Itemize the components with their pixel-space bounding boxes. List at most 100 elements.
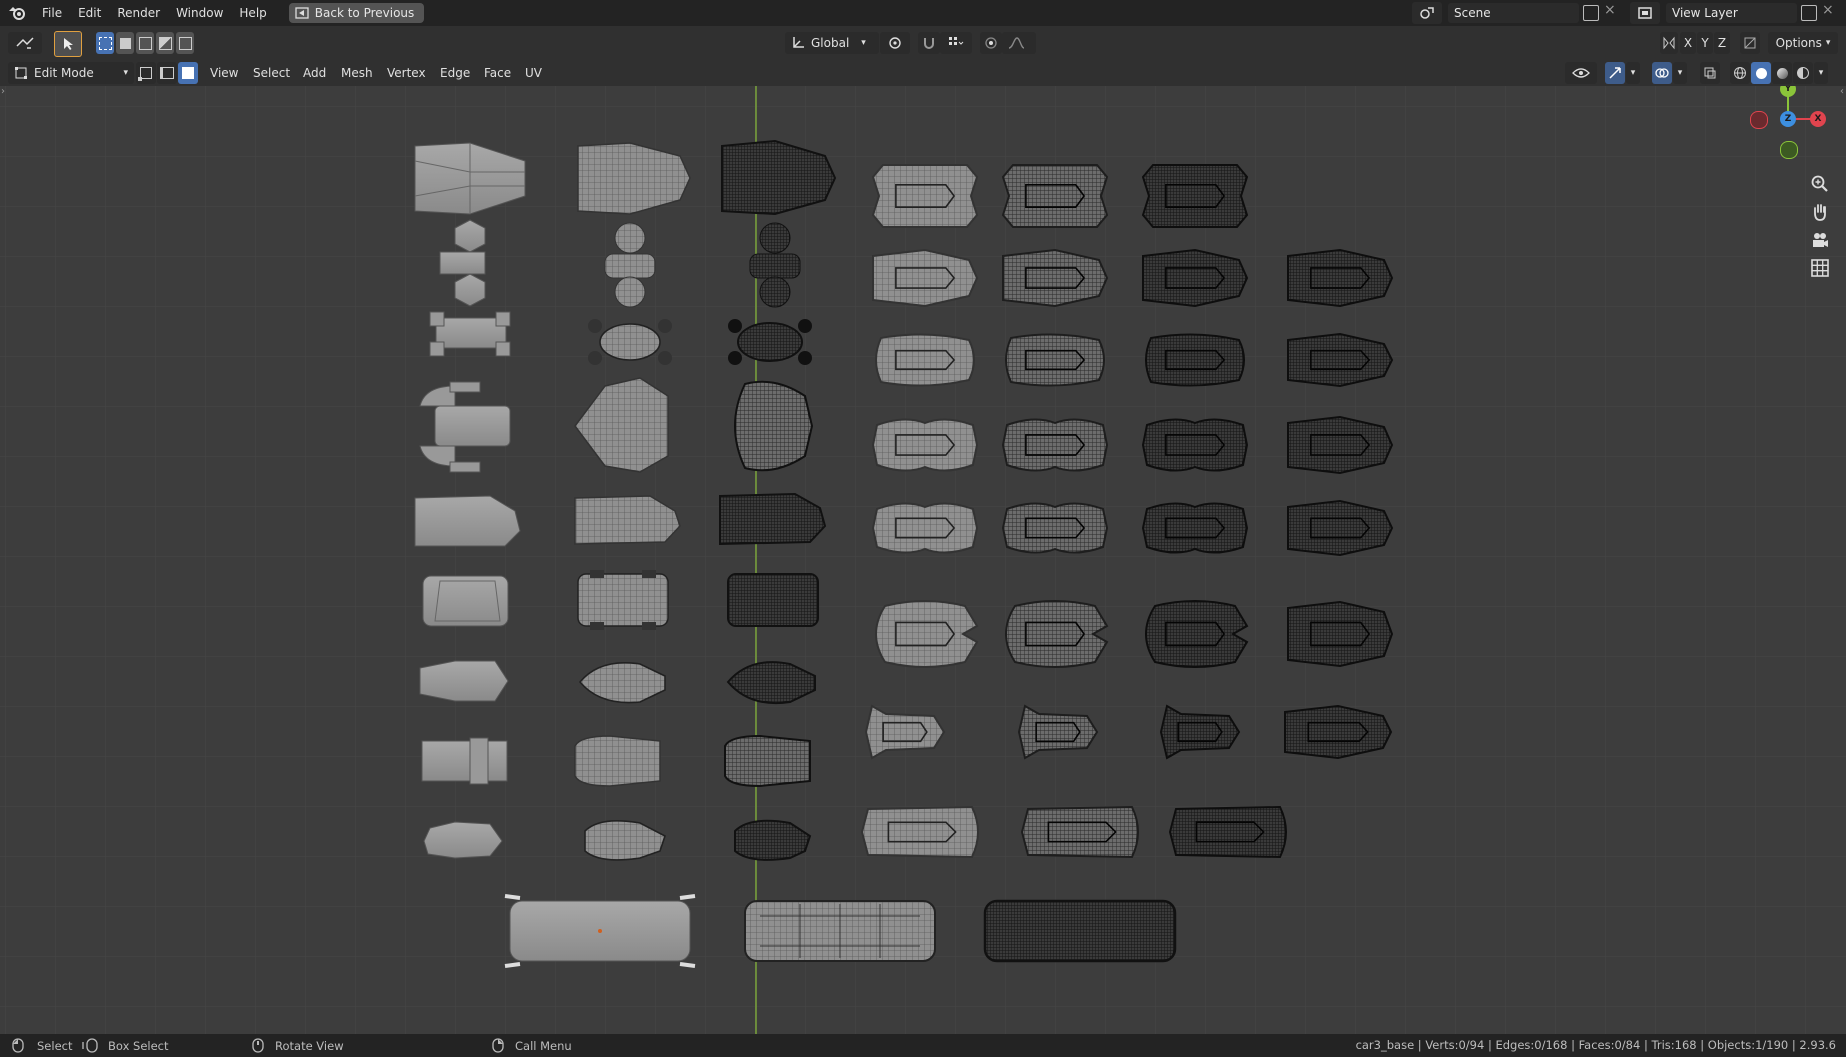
shading-wireframe-icon[interactable]: [1730, 62, 1750, 84]
menu-mesh[interactable]: Mesh: [335, 62, 379, 84]
select-mode-intersect-icon[interactable]: [176, 32, 194, 54]
transform-orientation-dropdown[interactable]: Global ▾: [785, 32, 879, 54]
car-mesh[interactable]: [574, 735, 661, 787]
face-select-mode-icon[interactable]: [178, 62, 198, 84]
show-overlays-icon[interactable]: [1652, 62, 1672, 84]
vertex-select-mode-icon[interactable]: [136, 62, 156, 84]
menu-view[interactable]: View: [204, 62, 244, 84]
car-mesh[interactable]: [727, 573, 819, 627]
mirror-x-toggle[interactable]: X: [1680, 32, 1696, 54]
car-mesh[interactable]: [419, 660, 509, 702]
car-mesh[interactable]: [1142, 248, 1249, 308]
proportional-editing-icon[interactable]: [980, 32, 1002, 54]
navigation-gizmo[interactable]: Y Z X: [1746, 86, 1826, 166]
mirror-z-toggle[interactable]: Z: [1714, 32, 1730, 54]
car-mesh[interactable]: [872, 248, 979, 308]
car-mesh[interactable]: [1145, 600, 1249, 668]
pan-hand-icon[interactable]: [1806, 198, 1834, 226]
options-dropdown[interactable]: Options ▾: [1768, 32, 1838, 54]
shading-material-preview-icon[interactable]: [1772, 62, 1792, 84]
car-mesh[interactable]: [724, 734, 811, 788]
car-mesh[interactable]: [1002, 248, 1109, 308]
car-mesh[interactable]: [1020, 805, 1139, 859]
shading-options-chevron-icon[interactable]: ▾: [1814, 62, 1828, 84]
mirror-icon[interactable]: [1660, 32, 1678, 54]
car-mesh[interactable]: [1284, 704, 1393, 760]
gizmo-options-chevron-icon[interactable]: ▾: [1626, 62, 1640, 84]
car-mesh[interactable]: [588, 319, 672, 365]
select-mode-new-icon[interactable]: [96, 32, 114, 54]
car-mesh[interactable]: [734, 380, 814, 472]
scene-name-field[interactable]: Scene: [1448, 3, 1579, 23]
view-layer-selector-icon[interactable]: [1630, 2, 1660, 24]
car-mesh[interactable]: [871, 418, 979, 472]
menu-edit[interactable]: Edit: [70, 0, 109, 26]
new-scene-icon[interactable]: [1583, 5, 1599, 21]
gizmo-x-axis[interactable]: X: [1810, 111, 1826, 127]
car-mesh[interactable]: [504, 894, 696, 968]
snap-toggle-icon[interactable]: [918, 32, 940, 54]
car-mesh[interactable]: [1005, 600, 1109, 668]
3d-viewport[interactable]: Y Z X › ‹: [0, 86, 1846, 1034]
xray-toggle-icon[interactable]: [1700, 62, 1720, 84]
car-mesh[interactable]: [1001, 164, 1109, 228]
car-mesh[interactable]: [422, 575, 509, 627]
car-mesh[interactable]: [1287, 499, 1394, 557]
proportional-falloff-icon[interactable]: [1002, 32, 1036, 54]
shading-rendered-icon[interactable]: [1793, 62, 1813, 84]
menu-window[interactable]: Window: [168, 0, 231, 26]
menu-edge[interactable]: Edge: [434, 62, 476, 84]
car-mesh[interactable]: [1287, 600, 1394, 668]
gizmo-neg-y-axis[interactable]: [1780, 141, 1798, 159]
car-mesh[interactable]: [875, 600, 979, 668]
mode-dropdown[interactable]: Edit Mode ▾: [8, 62, 134, 84]
car-mesh[interactable]: [983, 899, 1177, 963]
menu-select[interactable]: Select: [247, 62, 296, 84]
car-mesh[interactable]: [1001, 502, 1109, 554]
zoom-icon[interactable]: [1806, 170, 1834, 198]
back-to-previous-button[interactable]: Back to Previous: [288, 3, 425, 23]
menu-uv[interactable]: UV: [519, 62, 548, 84]
select-mode-invert-icon[interactable]: [156, 32, 174, 54]
overlays-options-chevron-icon[interactable]: ▾: [1673, 62, 1687, 84]
menu-help[interactable]: Help: [231, 0, 274, 26]
car-mesh[interactable]: [871, 164, 979, 228]
viewport-canvas[interactable]: [0, 86, 1846, 1034]
menu-vertex[interactable]: Vertex: [381, 62, 432, 84]
pivot-point-icon[interactable]: [880, 32, 910, 54]
car-mesh[interactable]: [1005, 333, 1105, 387]
remove-view-layer-icon[interactable]: ×: [1822, 2, 1834, 18]
car-mesh[interactable]: [1141, 418, 1249, 472]
sidebar-expand-chevron-icon[interactable]: ‹: [1840, 86, 1844, 97]
remove-scene-icon[interactable]: ×: [1604, 2, 1616, 18]
shading-solid-icon[interactable]: [1751, 62, 1771, 84]
car-mesh[interactable]: [421, 737, 508, 785]
car-mesh[interactable]: [875, 333, 975, 387]
gizmo-neg-x-axis[interactable]: [1750, 111, 1768, 129]
car-mesh[interactable]: [1287, 332, 1394, 388]
car-mesh[interactable]: [1145, 333, 1245, 387]
car-mesh[interactable]: [1287, 248, 1394, 308]
car-mesh[interactable]: [577, 570, 669, 630]
car-mesh[interactable]: [423, 821, 503, 859]
snap-target-icon[interactable]: [940, 32, 972, 54]
edge-select-mode-icon[interactable]: [157, 62, 177, 84]
show-gizmo-icon[interactable]: [1605, 62, 1625, 84]
car-mesh[interactable]: [1141, 502, 1249, 554]
car-mesh[interactable]: [1287, 415, 1394, 475]
car-mesh[interactable]: [744, 900, 936, 962]
car-mesh[interactable]: [860, 805, 979, 859]
menu-render[interactable]: Render: [109, 0, 168, 26]
car-mesh[interactable]: [1168, 805, 1287, 859]
select-tool-icon[interactable]: [54, 31, 82, 57]
auto-merge-icon[interactable]: [1740, 32, 1760, 54]
car-mesh[interactable]: [728, 319, 812, 365]
toolbar-expand-chevron-icon[interactable]: ›: [1, 86, 5, 97]
car-mesh[interactable]: [1141, 164, 1249, 228]
menu-add[interactable]: Add: [297, 62, 332, 84]
menu-file[interactable]: File: [34, 0, 70, 26]
car-mesh[interactable]: [871, 502, 979, 554]
scene-selector-icon[interactable]: [1412, 2, 1442, 24]
car-mesh[interactable]: [719, 492, 827, 546]
car-mesh[interactable]: [1001, 418, 1109, 472]
